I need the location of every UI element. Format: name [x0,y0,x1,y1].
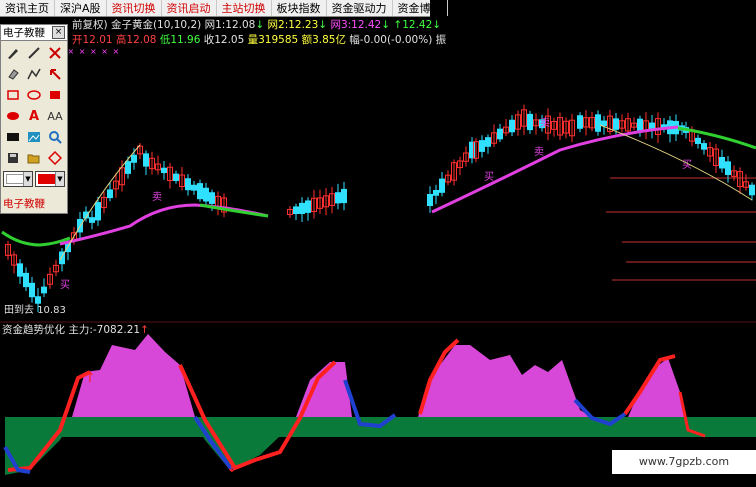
candle-body [89,217,95,223]
candle-body [29,282,35,298]
candle-body [203,187,209,202]
candle-body [509,119,515,133]
indicator-title: 资金趋势优化 [2,324,65,336]
toolbox-title-bar[interactable]: 电子教鞭 × [1,25,67,41]
candle-body [131,154,137,163]
main-force-arrow: ↑ [140,324,149,336]
chevron-down-icon: ▼ [55,172,64,186]
ma-magenta-line-right [431,125,679,214]
candle-body [41,286,47,294]
candle-body [209,192,215,204]
candle-body [595,114,601,132]
toolbox-footer-label: 电子教鞭 [3,198,45,210]
polyline-icon[interactable] [24,64,44,84]
ellipse-icon[interactable] [24,85,44,105]
candle-body [341,188,347,204]
diamond-icon[interactable] [45,148,65,168]
tool-grid: A AA [1,41,67,168]
candle-body [577,115,583,129]
stock-chart[interactable]: 买卖买卖卖买 ↑↓ [0,0,756,487]
font-icon[interactable]: AA [45,106,65,126]
turn-down-arrow: ↓ [226,460,238,476]
signal-label-sell: 卖 [534,146,544,158]
candle-body [433,189,439,196]
line-icon[interactable] [24,43,44,63]
candle-body [485,137,491,147]
candle-body [107,189,113,199]
candlestick-series: 买卖买卖卖买 [5,104,755,313]
pen-icon[interactable] [3,43,23,63]
color-pickers: ▼ ▼ [1,168,67,187]
rect-icon[interactable] [3,85,23,105]
candle-body [695,137,701,144]
candle-body [335,192,341,204]
candle-body [479,140,485,152]
drawing-toolbox[interactable]: 电子教鞭 × A AA ▼ ▼ 电子教鞭 [0,24,68,214]
magnifier-icon[interactable] [45,127,65,147]
candle-body [427,193,433,207]
candle-body [197,183,203,200]
candle-body [439,178,445,193]
candle-body [95,202,101,221]
candle-body [613,118,619,130]
turn-up-arrow: ↑ [84,370,96,386]
cross-arrow-icon[interactable] [45,43,65,63]
image-icon[interactable] [24,127,44,147]
ma-green-line-mid [199,203,269,218]
candle-body [185,178,191,191]
toolbox-title: 电子教鞭 [3,27,45,39]
indicator-header: 资金趋势优化 主力:-7082.21↑ [2,322,149,337]
chart-grid [0,177,756,323]
filled-rect-icon[interactable] [45,85,65,105]
eraser-icon[interactable] [3,64,23,84]
text-icon[interactable]: A [24,106,44,126]
screen-icon[interactable] [3,127,23,147]
candle-body [293,206,299,215]
filled-ellipse-icon[interactable] [3,106,23,126]
moving-average-lines [1,124,756,261]
close-icon[interactable]: × [52,26,65,39]
signal-label-sell: 卖 [152,191,162,203]
main-force-value: -7082.21 [92,324,141,336]
candle-body [497,128,503,140]
candle-body [601,120,607,127]
candle-body [749,184,755,196]
candle-body [527,113,533,131]
pen-color-picker[interactable]: ▼ [35,171,65,187]
signal-label-buy: 买 [60,279,70,291]
chevron-down-icon: ▼ [23,172,32,186]
open-icon[interactable] [24,148,44,168]
candle-body [701,143,707,150]
main-force-label: 主力: [68,324,93,336]
candle-body [725,161,731,175]
low-price-label: 田到去 10.83 [4,305,66,316]
watermark: www.7gpzb.com [612,450,756,474]
candle-body [17,263,23,277]
background-color-picker[interactable]: ▼ [3,171,33,187]
save-icon[interactable] [3,148,23,168]
candle-body [23,272,29,288]
candle-body [191,184,197,191]
candle-body [719,156,725,169]
candle-body [125,161,131,174]
candle-body [143,153,149,167]
candle-body [161,167,167,174]
money-flow-positive-area [72,334,685,417]
signal-label-sell: 卖 [540,117,550,129]
arrow-icon[interactable] [45,64,65,84]
candle-body [173,173,179,181]
candle-body [305,200,311,213]
signal-label-buy: 买 [484,171,494,183]
candle-body [299,202,305,215]
